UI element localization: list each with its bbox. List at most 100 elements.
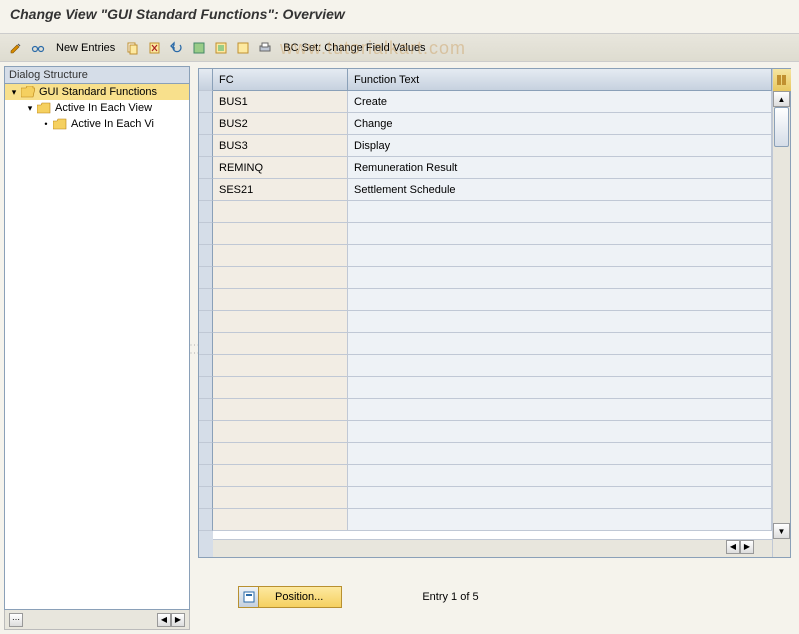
table-row[interactable] xyxy=(213,509,772,531)
cell-fc[interactable] xyxy=(213,487,348,509)
cell-fc[interactable] xyxy=(213,399,348,421)
cell-ft[interactable] xyxy=(348,289,772,311)
cell-ft[interactable] xyxy=(348,245,772,267)
position-button[interactable]: Position... xyxy=(238,586,342,608)
cell-fc[interactable] xyxy=(213,443,348,465)
table-row[interactable] xyxy=(213,377,772,399)
row-marker[interactable] xyxy=(199,157,213,179)
cell-ft[interactable]: Settlement Schedule xyxy=(348,179,772,201)
table-row[interactable] xyxy=(213,421,772,443)
cell-fc[interactable] xyxy=(213,355,348,377)
splitter[interactable]: ⋮⋮ xyxy=(190,62,198,634)
row-marker[interactable] xyxy=(199,113,213,135)
glasses-icon[interactable] xyxy=(30,40,46,56)
cell-ft[interactable] xyxy=(348,443,772,465)
delete-icon[interactable] xyxy=(147,40,163,56)
cell-ft[interactable] xyxy=(348,509,772,531)
tree-node-child1[interactable]: ▾ Active In Each View xyxy=(5,100,189,116)
new-entries-button[interactable]: New Entries xyxy=(52,42,119,54)
table-row[interactable] xyxy=(213,355,772,377)
table-config-icon[interactable] xyxy=(773,69,791,91)
table-row[interactable] xyxy=(213,465,772,487)
row-marker[interactable] xyxy=(199,223,213,245)
row-marker[interactable] xyxy=(199,91,213,113)
row-marker[interactable] xyxy=(199,289,213,311)
table-row[interactable] xyxy=(213,311,772,333)
table-row[interactable] xyxy=(213,487,772,509)
toggle-change-icon[interactable] xyxy=(8,40,24,56)
cell-fc[interactable]: REMINQ xyxy=(213,157,348,179)
table-row[interactable] xyxy=(213,245,772,267)
cell-ft[interactable]: Remuneration Result xyxy=(348,157,772,179)
row-marker[interactable] xyxy=(199,443,213,465)
row-marker[interactable] xyxy=(199,201,213,223)
table-row[interactable]: BUS1Create xyxy=(213,91,772,113)
cell-fc[interactable] xyxy=(213,377,348,399)
cell-fc[interactable] xyxy=(213,509,348,531)
cell-fc[interactable] xyxy=(213,421,348,443)
deselect-all-icon[interactable] xyxy=(235,40,251,56)
undo-icon[interactable] xyxy=(169,40,185,56)
cell-fc[interactable] xyxy=(213,223,348,245)
dialog-structure-tree[interactable]: ▾ GUI Standard Functions ▾ Active In Eac… xyxy=(4,84,190,610)
table-row[interactable]: BUS3Display xyxy=(213,135,772,157)
cell-fc[interactable] xyxy=(213,465,348,487)
scroll-right-button[interactable]: ▶ xyxy=(171,613,185,627)
cell-ft[interactable] xyxy=(348,399,772,421)
row-marker[interactable] xyxy=(199,311,213,333)
cell-fc[interactable]: BUS3 xyxy=(213,135,348,157)
copy-icon[interactable] xyxy=(125,40,141,56)
scroll-left-button[interactable]: ◀ xyxy=(726,540,740,554)
scroll-track[interactable] xyxy=(773,107,790,523)
grip-icon[interactable]: ⋯ xyxy=(9,613,23,627)
cell-fc[interactable] xyxy=(213,289,348,311)
column-header-fc[interactable]: FC xyxy=(213,69,348,91)
cell-ft[interactable] xyxy=(348,465,772,487)
cell-ft[interactable] xyxy=(348,421,772,443)
table-row[interactable]: REMINQRemuneration Result xyxy=(213,157,772,179)
row-marker[interactable] xyxy=(199,377,213,399)
cell-ft[interactable]: Change xyxy=(348,113,772,135)
table-row[interactable] xyxy=(213,333,772,355)
row-marker[interactable] xyxy=(199,355,213,377)
table-row[interactable] xyxy=(213,201,772,223)
cell-ft[interactable] xyxy=(348,223,772,245)
cell-ft[interactable] xyxy=(348,311,772,333)
row-marker[interactable] xyxy=(199,487,213,509)
row-marker[interactable] xyxy=(199,399,213,421)
table-row[interactable] xyxy=(213,443,772,465)
collapse-icon[interactable]: ▾ xyxy=(9,87,19,97)
cell-ft[interactable] xyxy=(348,487,772,509)
row-marker[interactable] xyxy=(199,465,213,487)
select-all-marker[interactable] xyxy=(199,69,213,91)
table-row[interactable] xyxy=(213,267,772,289)
row-marker[interactable] xyxy=(199,333,213,355)
table-row[interactable]: SES21Settlement Schedule xyxy=(213,179,772,201)
tree-node-child2[interactable]: • Active In Each Vi xyxy=(5,116,189,132)
cell-fc[interactable]: BUS1 xyxy=(213,91,348,113)
column-header-function-text[interactable]: Function Text xyxy=(348,69,772,91)
row-marker[interactable] xyxy=(199,245,213,267)
cell-ft[interactable] xyxy=(348,377,772,399)
scroll-down-button[interactable]: ▼ xyxy=(773,523,790,539)
cell-fc[interactable] xyxy=(213,245,348,267)
cell-ft[interactable] xyxy=(348,267,772,289)
cell-fc[interactable] xyxy=(213,311,348,333)
select-block-icon[interactable] xyxy=(213,40,229,56)
cell-ft[interactable]: Create xyxy=(348,91,772,113)
scroll-up-button[interactable]: ▲ xyxy=(773,91,790,107)
tree-node-root[interactable]: ▾ GUI Standard Functions xyxy=(5,84,189,100)
scroll-thumb[interactable] xyxy=(774,107,789,147)
cell-fc[interactable] xyxy=(213,267,348,289)
row-marker[interactable] xyxy=(199,509,213,531)
row-marker[interactable] xyxy=(199,179,213,201)
table-row[interactable] xyxy=(213,289,772,311)
table-row[interactable] xyxy=(213,223,772,245)
cell-ft[interactable] xyxy=(348,355,772,377)
row-marker[interactable] xyxy=(199,135,213,157)
collapse-icon[interactable]: ▾ xyxy=(25,103,35,113)
cell-fc[interactable] xyxy=(213,333,348,355)
cell-ft[interactable] xyxy=(348,201,772,223)
cell-fc[interactable] xyxy=(213,201,348,223)
row-marker[interactable] xyxy=(199,267,213,289)
